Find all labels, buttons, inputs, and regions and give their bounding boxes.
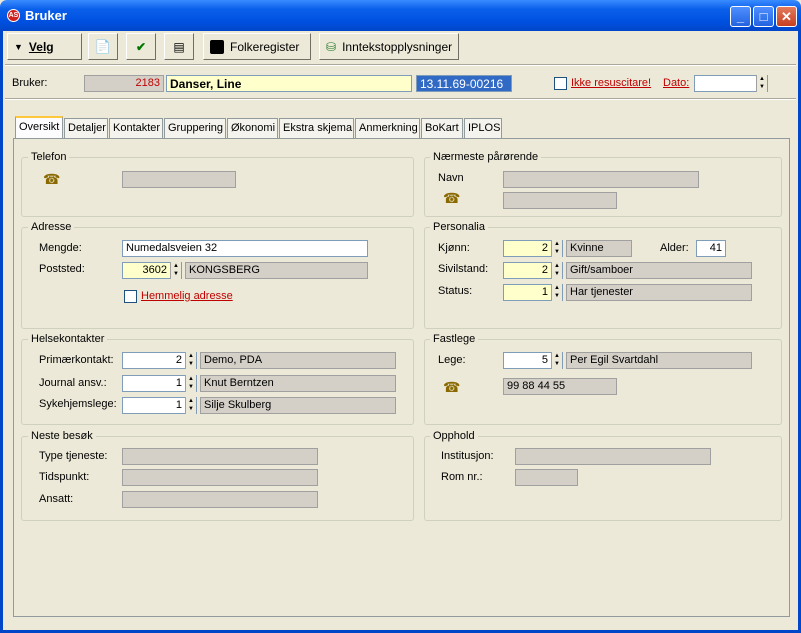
postnr-spinner[interactable]: ▲ ▼ bbox=[170, 262, 181, 279]
folkeregister-button[interactable]: Folkeregister bbox=[203, 33, 311, 60]
kjonn-label: Kjønn: bbox=[438, 242, 470, 254]
close-button[interactable]: ✕ bbox=[776, 6, 797, 27]
document-icon: 📄 bbox=[94, 38, 112, 54]
helse-title: Helsekontakter bbox=[28, 333, 108, 345]
tidspunkt-label: Tidspunkt: bbox=[39, 471, 90, 483]
personalia-title: Personalia bbox=[430, 221, 488, 233]
inntekt-label: Inntekstopplysninger bbox=[342, 39, 453, 54]
hemmelig-checkbox[interactable] bbox=[124, 290, 137, 303]
ansatt-label: Ansatt: bbox=[39, 493, 74, 505]
maximize-button[interactable]: □ bbox=[753, 6, 774, 27]
header-separator bbox=[5, 98, 796, 100]
alder-label: Alder: bbox=[660, 242, 689, 254]
tab-detaljer[interactable]: Detaljer bbox=[64, 118, 108, 138]
alder-field[interactable]: 41 bbox=[696, 240, 726, 257]
telefon-title: Telefon bbox=[28, 151, 70, 163]
sykehjem-spinner[interactable]: ▲ ▼ bbox=[185, 397, 196, 414]
fastlege-title: Fastlege bbox=[430, 333, 479, 345]
inntekt-button[interactable]: ⛁ Inntekstopplysninger bbox=[319, 33, 459, 60]
lege-spinner[interactable]: ▲ ▼ bbox=[551, 352, 562, 369]
folkeregister-label: Folkeregister bbox=[230, 39, 300, 54]
primaer-label: Primærkontakt: bbox=[39, 354, 114, 366]
app-icon: AS bbox=[7, 9, 20, 22]
folkeregister-icon bbox=[210, 39, 224, 54]
bruker-label: Bruker: bbox=[12, 77, 48, 89]
document-button[interactable]: 📄 bbox=[88, 33, 118, 60]
tab-anmerkning[interactable]: Anmerkning bbox=[355, 118, 420, 138]
status-spinner[interactable]: ▲ ▼ bbox=[551, 284, 562, 301]
status-label: Status: bbox=[438, 285, 473, 297]
tab-okonomi[interactable]: Økonomi bbox=[227, 118, 278, 138]
parorende-title: Nærmeste pårørende bbox=[430, 151, 542, 163]
toolbar-separator bbox=[5, 64, 796, 66]
adresse-title: Adresse bbox=[28, 221, 75, 233]
poststed-label: Poststed: bbox=[39, 263, 85, 275]
parorende-telefon-field[interactable] bbox=[503, 192, 617, 209]
velg-button[interactable]: ▼ Velg bbox=[7, 33, 82, 60]
rom-field[interactable] bbox=[515, 469, 578, 486]
type-tjeneste-label: Type tjeneste: bbox=[39, 450, 108, 462]
sykehjem-label: Sykehjemslege: bbox=[39, 398, 117, 410]
kjonn-spinner[interactable]: ▲ ▼ bbox=[551, 240, 562, 257]
parorende-navn-field[interactable] bbox=[503, 171, 699, 188]
institusjon-field[interactable] bbox=[515, 448, 711, 465]
personnr-field[interactable]: 13.11.69-00216 bbox=[416, 75, 512, 92]
institusjon-label: Institusjon: bbox=[441, 450, 494, 462]
form-icon: ▤ bbox=[173, 39, 185, 54]
mengde-field[interactable]: Numedalsveien 32 bbox=[122, 240, 368, 257]
bruker-name-field[interactable]: Danser, Line bbox=[166, 75, 412, 92]
checkmark-icon: ✔ bbox=[135, 39, 147, 54]
phone-icon[interactable]: ☎ bbox=[43, 172, 61, 186]
poststed-field[interactable]: KONGSBERG bbox=[185, 262, 368, 279]
tab-iplos[interactable]: IPLOS bbox=[464, 118, 502, 138]
telefon-field[interactable] bbox=[122, 171, 236, 188]
lege-field[interactable]: Per Egil Svartdahl bbox=[566, 352, 752, 369]
ikke-resus-label: Ikke resuscitare! bbox=[571, 77, 652, 89]
check-button[interactable]: ✔ bbox=[126, 33, 156, 60]
primaer-spinner[interactable]: ▲ ▼ bbox=[185, 352, 196, 369]
journal-field[interactable]: Knut Berntzen bbox=[200, 375, 396, 392]
lege-label: Lege: bbox=[438, 354, 466, 366]
hemmelig-label: Hemmelig adresse bbox=[141, 290, 233, 302]
dato-label: Dato: bbox=[663, 77, 690, 89]
primaer-field[interactable]: Demo, PDA bbox=[200, 352, 396, 369]
bruker-id-field[interactable]: 2183 bbox=[84, 75, 164, 92]
sivilstand-label: Sivilstand: bbox=[438, 263, 489, 275]
tidspunkt-field[interactable] bbox=[122, 469, 318, 486]
tab-kontakter[interactable]: Kontakter bbox=[109, 118, 163, 138]
parorende-phone-icon[interactable]: ☎ bbox=[443, 191, 461, 205]
status-field[interactable]: Har tjenester bbox=[566, 284, 752, 301]
tab-ekstra-skjema[interactable]: Ekstra skjema bbox=[279, 118, 354, 138]
sykehjem-field[interactable]: Silje Skulberg bbox=[200, 397, 396, 414]
ikke-resus-checkbox[interactable] bbox=[554, 77, 567, 90]
parorende-navn-label: Navn bbox=[438, 172, 464, 184]
fastlege-phone-icon[interactable]: ☎ bbox=[443, 380, 461, 394]
kjonn-field[interactable]: Kvinne bbox=[566, 240, 632, 257]
rom-label: Rom nr.: bbox=[441, 471, 483, 483]
type-tjeneste-field[interactable] bbox=[122, 448, 318, 465]
mengde-label: Mengde: bbox=[39, 242, 82, 254]
sivilstand-field[interactable]: Gift/samboer bbox=[566, 262, 752, 279]
window-title: Bruker bbox=[25, 8, 67, 23]
velg-label: Velg bbox=[28, 39, 54, 54]
journal-label: Journal ansv.: bbox=[39, 377, 107, 389]
sivilstand-spinner[interactable]: ▲ ▼ bbox=[551, 262, 562, 279]
journal-spinner[interactable]: ▲ ▼ bbox=[185, 375, 196, 392]
tab-gruppering[interactable]: Gruppering bbox=[164, 118, 226, 138]
money-icon: ⛁ bbox=[326, 39, 337, 54]
fastlege-telefon-field[interactable]: 99 88 44 55 bbox=[503, 378, 617, 395]
minimize-button[interactable]: _ bbox=[730, 6, 751, 27]
dato-spinner[interactable]: ▲ ▼ bbox=[756, 75, 767, 92]
besok-title: Neste besøk bbox=[28, 430, 96, 442]
tab-bokart[interactable]: BoKart bbox=[421, 118, 463, 138]
dropdown-arrow-icon: ▼ bbox=[14, 41, 23, 52]
form-button[interactable]: ▤ bbox=[164, 33, 194, 60]
title-bar bbox=[0, 0, 801, 31]
opphold-title: Opphold bbox=[430, 430, 478, 442]
tab-oversikt[interactable]: Oversikt bbox=[15, 116, 63, 139]
ansatt-field[interactable] bbox=[122, 491, 318, 508]
